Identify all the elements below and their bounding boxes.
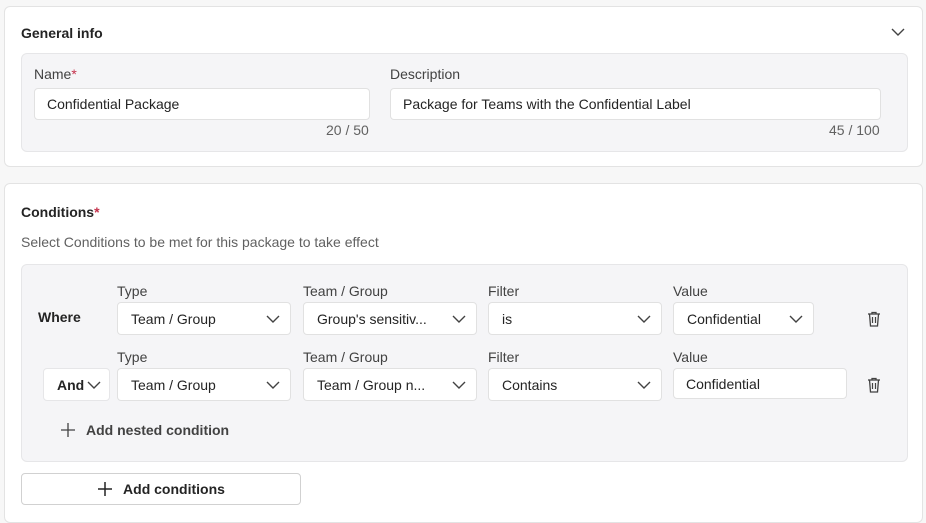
- description-value: Package for Teams with the Confidential …: [403, 96, 691, 112]
- and-connector-select[interactable]: And: [43, 368, 110, 401]
- chevron-down-icon: [637, 315, 651, 323]
- name-label: Name*: [34, 66, 77, 82]
- type-label: Type: [117, 349, 148, 365]
- add-nested-condition-label: Add nested condition: [86, 422, 230, 438]
- value-label: Value: [673, 349, 708, 365]
- value-select[interactable]: Confidential: [673, 302, 814, 335]
- chevron-down-icon: [789, 315, 803, 323]
- where-label: Where: [38, 309, 81, 325]
- name-value: Confidential Package: [47, 96, 180, 112]
- chevron-down-icon: [266, 381, 280, 389]
- type-select[interactable]: Team / Group: [117, 368, 291, 401]
- plus-icon: [98, 482, 113, 496]
- filter-label: Filter: [488, 349, 520, 365]
- general-info-card: General info Name* Confidential Package …: [4, 6, 923, 167]
- team-group-select[interactable]: Group's sensitiv...: [303, 302, 477, 335]
- value-input[interactable]: Confidential: [673, 368, 847, 399]
- plus-icon: [61, 423, 75, 437]
- value-label: Value: [673, 283, 708, 299]
- chevron-down-icon[interactable]: [891, 27, 905, 37]
- conditions-card: Conditions* Select Conditions to be met …: [4, 183, 923, 523]
- add-nested-condition-button[interactable]: Add nested condition: [60, 419, 229, 441]
- filter-select[interactable]: is: [488, 302, 662, 335]
- type-label: Type: [117, 283, 148, 299]
- general-info-panel: Name* Confidential Package 20 / 50 Descr…: [21, 53, 908, 152]
- chevron-down-icon: [452, 381, 466, 389]
- general-info-title: General info: [21, 25, 103, 41]
- chevron-down-icon: [266, 315, 280, 323]
- chevron-down-icon: [637, 381, 651, 389]
- team-group-label: Team / Group: [303, 349, 388, 365]
- trash-icon[interactable]: [864, 375, 884, 395]
- filter-label: Filter: [488, 283, 520, 299]
- conditions-title: Conditions*: [21, 204, 100, 220]
- description-field[interactable]: Package for Teams with the Confidential …: [390, 88, 881, 120]
- team-group-label: Team / Group: [303, 283, 388, 299]
- conditions-panel: Where Type Team / Group Team / Group Gro…: [21, 264, 908, 462]
- chevron-down-icon: [452, 315, 466, 323]
- description-char-counter: 45 / 100: [829, 122, 880, 138]
- description-label: Description: [390, 66, 461, 82]
- filter-select[interactable]: Contains: [488, 368, 662, 401]
- conditions-subtitle: Select Conditions to be met for this pac…: [21, 234, 379, 250]
- type-select[interactable]: Team / Group: [117, 302, 291, 335]
- add-conditions-button[interactable]: Add conditions: [21, 473, 301, 505]
- add-conditions-label: Add conditions: [123, 481, 225, 497]
- team-group-select[interactable]: Team / Group n...: [303, 368, 477, 401]
- chevron-down-icon: [87, 381, 101, 389]
- name-char-counter: 20 / 50: [326, 122, 369, 138]
- trash-icon[interactable]: [864, 309, 884, 329]
- name-field[interactable]: Confidential Package: [34, 88, 370, 120]
